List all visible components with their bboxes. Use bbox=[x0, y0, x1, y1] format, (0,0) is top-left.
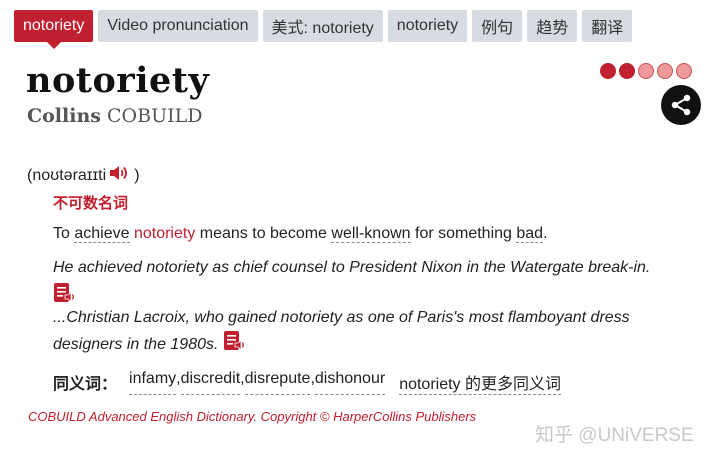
synonym-link[interactable]: discredit bbox=[180, 370, 241, 395]
synonym-link[interactable]: infamy bbox=[129, 370, 177, 395]
example-text: He achieved notoriety as chief counsel t… bbox=[53, 259, 651, 276]
dictionary-brand: Collins COBUILD bbox=[27, 105, 202, 127]
speaker-icon[interactable] bbox=[108, 164, 130, 187]
pronunciation-ipa: noʊtəraɪɪti bbox=[32, 166, 107, 184]
frequency-indicator bbox=[600, 63, 692, 79]
tab-trends[interactable]: 趋势 bbox=[527, 10, 578, 42]
audio-example-icon[interactable] bbox=[223, 330, 245, 360]
copyright: COBUILD Advanced English Dictionary. Cop… bbox=[28, 409, 477, 424]
synonym-link[interactable]: dishonour bbox=[314, 370, 386, 395]
def-text: To bbox=[53, 225, 75, 242]
def-text: means to become bbox=[195, 225, 332, 242]
example-sentence: ...Christian Lacroix, who gained notorie… bbox=[53, 306, 693, 360]
def-text: . bbox=[543, 225, 548, 242]
tab-notoriety[interactable]: notoriety bbox=[14, 10, 94, 49]
frequency-dot bbox=[619, 63, 635, 79]
frequency-dot bbox=[638, 63, 654, 79]
synonyms: 同义词： infamy, discredit, disrepute, disho… bbox=[53, 370, 562, 395]
share-icon bbox=[671, 94, 691, 116]
pronunciation: ( noʊtəraɪɪti ) bbox=[27, 164, 140, 187]
more-synonyms-link[interactable]: notoriety 的更多同义词 bbox=[399, 370, 562, 395]
synonyms-label: 同义词： bbox=[53, 376, 118, 393]
brand-cobuild: COBUILD bbox=[100, 105, 203, 127]
tab-translate[interactable]: 翻译 bbox=[582, 10, 633, 42]
definition: To achieve notoriety means to become wel… bbox=[53, 225, 548, 243]
frequency-dot bbox=[657, 63, 673, 79]
example-sentence: He achieved notoriety as chief counsel t… bbox=[53, 256, 713, 312]
share-button[interactable] bbox=[661, 85, 701, 125]
tab-notoriety-2[interactable]: notoriety bbox=[387, 10, 468, 42]
frequency-dot bbox=[600, 63, 616, 79]
def-link-bad[interactable]: bad bbox=[516, 225, 544, 243]
tab-examples[interactable]: 例句 bbox=[472, 10, 523, 42]
def-link-achieve[interactable]: achieve bbox=[74, 225, 130, 243]
tab-bar: notoriety Video pronunciation 美式: notori… bbox=[14, 10, 633, 49]
tab-video-pronunciation[interactable]: Video pronunciation bbox=[98, 10, 258, 42]
part-of-speech: 不可数名词 bbox=[53, 195, 129, 212]
def-headword: notoriety bbox=[133, 225, 196, 242]
pron-close: ) bbox=[134, 166, 140, 184]
frequency-dot bbox=[676, 63, 692, 79]
headword: notoriety bbox=[26, 60, 210, 101]
def-text: for something bbox=[410, 225, 517, 242]
synonym-link[interactable]: disrepute bbox=[244, 370, 311, 395]
brand-collins: Collins bbox=[27, 105, 101, 127]
tab-american-pronunciation[interactable]: 美式: notoriety bbox=[262, 10, 383, 42]
example-text: ...Christian Lacroix, who gained notorie… bbox=[53, 309, 630, 354]
def-link-well-known[interactable]: well-known bbox=[331, 225, 411, 243]
watermark: 知乎 @UNiVERSE bbox=[535, 425, 694, 446]
